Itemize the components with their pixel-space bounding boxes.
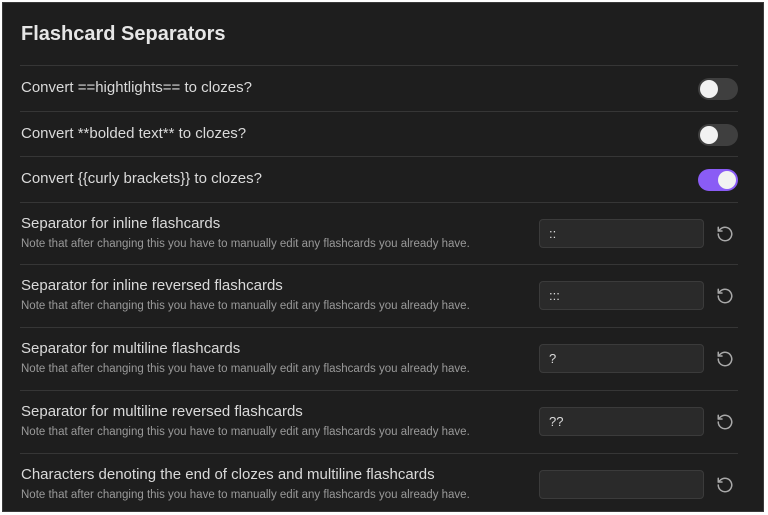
- setting-description: Note that after changing this you have t…: [21, 237, 470, 250]
- setting-multiline-separator: Separator for multiline flashcards Note …: [20, 327, 738, 390]
- reset-button[interactable]: [714, 348, 736, 370]
- setting-inline-separator: Separator for inline flashcards Note tha…: [20, 201, 738, 265]
- inline-separator-input[interactable]: [539, 218, 704, 248]
- setting-convert-curly: Convert {{curly brackets}} to clozes?: [20, 156, 738, 202]
- setting-label: Separator for multiline reversed flashca…: [21, 402, 303, 420]
- setting-description: Note that after changing this you have t…: [21, 363, 470, 376]
- convert-curly-toggle[interactable]: [698, 169, 738, 191]
- setting-label: Convert ==hightlights== to clozes?: [21, 79, 252, 96]
- setting-inline-reversed-separator: Separator for inline reversed flashcards…: [20, 264, 738, 327]
- setting-label: Convert **bolded text** to clozes?: [21, 124, 247, 142]
- setting-description: Note that after changing this you have t…: [21, 488, 470, 501]
- cloze-end-characters-input[interactable]: [539, 469, 704, 499]
- reset-icon: [717, 414, 733, 430]
- reset-icon: [717, 288, 733, 304]
- toggle-knob: [700, 125, 718, 144]
- settings-list: Convert ==hightlights== to clozes? Conve…: [20, 65, 738, 511]
- reset-button[interactable]: [714, 223, 736, 245]
- reset-button[interactable]: [714, 474, 736, 496]
- reset-button[interactable]: [714, 411, 736, 433]
- section-title: Flashcard Separators: [21, 23, 226, 45]
- reset-icon: [717, 351, 733, 367]
- setting-cloze-end-characters: Characters denoting the end of clozes an…: [20, 452, 738, 511]
- setting-label: Separator for inline flashcards: [21, 214, 221, 232]
- settings-panel: Flashcard Separators Convert ==hightligh…: [2, 2, 764, 512]
- setting-label: Characters denoting the end of clozes an…: [21, 465, 435, 483]
- multiline-reversed-separator-input[interactable]: [539, 406, 704, 436]
- setting-multiline-reversed-separator: Separator for multiline reversed flashca…: [20, 389, 738, 453]
- setting-convert-bolded: Convert **bolded text** to clozes?: [20, 110, 738, 157]
- toggle-knob: [700, 80, 718, 98]
- toggle-knob: [718, 171, 736, 189]
- convert-highlights-toggle[interactable]: [698, 78, 738, 100]
- inline-reversed-separator-input[interactable]: [539, 281, 704, 311]
- setting-description: Note that after changing this you have t…: [21, 300, 470, 313]
- multiline-separator-input[interactable]: [539, 344, 704, 374]
- setting-label: Convert {{curly brackets}} to clozes?: [21, 170, 262, 187]
- convert-bolded-toggle[interactable]: [698, 123, 738, 146]
- setting-description: Note that after changing this you have t…: [21, 425, 470, 438]
- setting-convert-highlights: Convert ==hightlights== to clozes?: [20, 65, 738, 111]
- reset-icon: [717, 226, 733, 241]
- setting-label: Separator for multiline flashcards: [21, 340, 241, 358]
- setting-label: Separator for inline reversed flashcards: [21, 277, 283, 295]
- reset-icon: [717, 477, 733, 493]
- reset-button[interactable]: [714, 285, 736, 307]
